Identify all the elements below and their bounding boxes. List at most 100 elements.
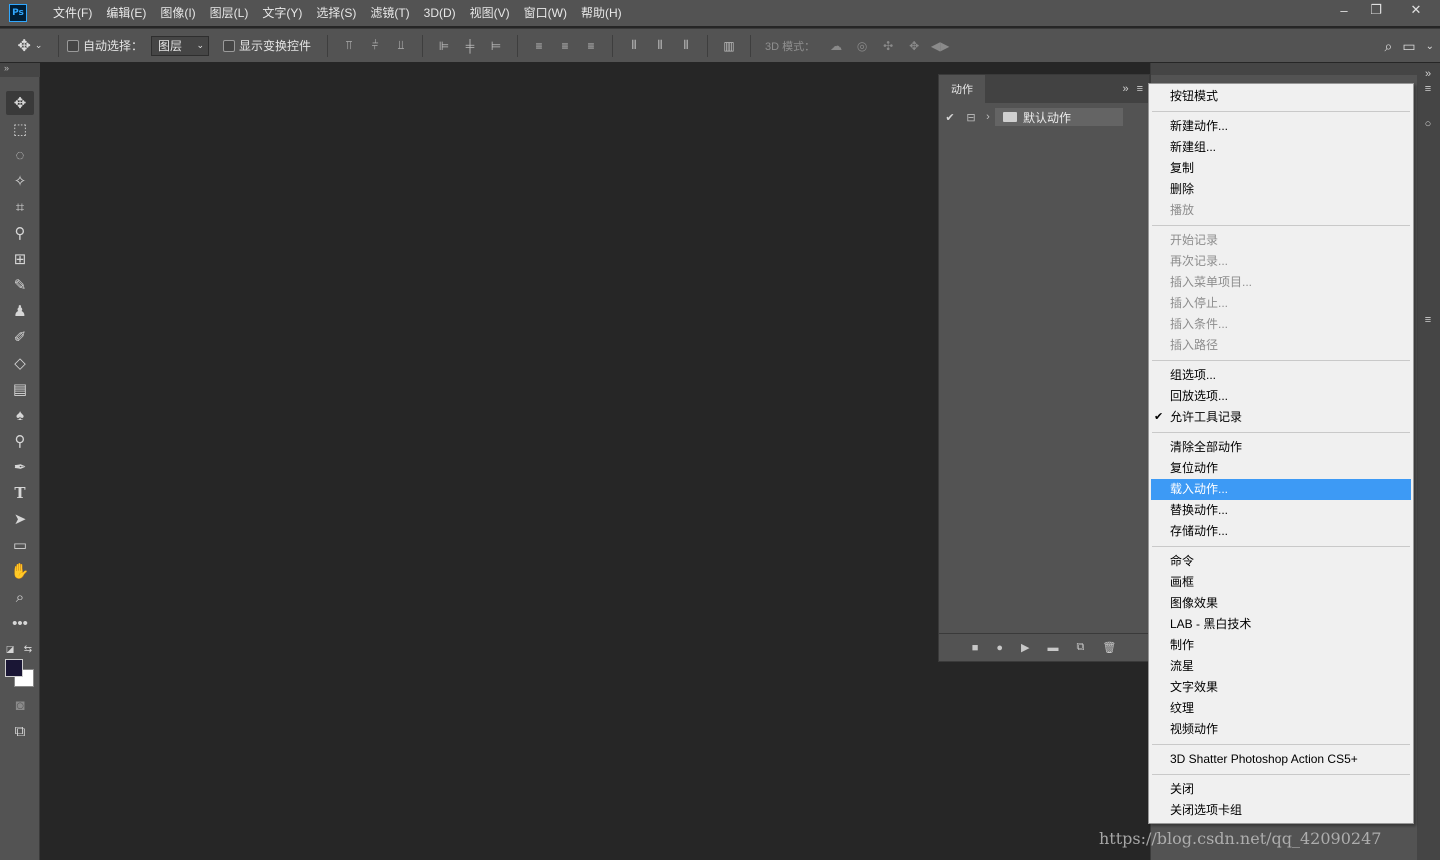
eyedropper-tool-icon[interactable]: ⚲ bbox=[6, 221, 34, 245]
search-icon[interactable]: ⌕ bbox=[1385, 38, 1393, 55]
chevron-down-icon[interactable]: ⌄ bbox=[1426, 41, 1434, 52]
pan-3d-icon[interactable]: ✣ bbox=[875, 36, 901, 56]
align-vcenter-icon[interactable]: ⫩ bbox=[362, 36, 388, 56]
action-set-row[interactable]: ✔ ⊟ › 默认动作 bbox=[939, 107, 1151, 127]
menu-item[interactable]: 关闭 bbox=[1149, 779, 1413, 800]
workspace-icon[interactable]: ▭ bbox=[1402, 38, 1415, 55]
panel-menu-icon[interactable]: ≡ bbox=[1137, 83, 1143, 95]
panel-option-icon[interactable]: ○ bbox=[1416, 114, 1440, 134]
menu-filter[interactable]: 滤镜(T) bbox=[363, 0, 416, 26]
distribute-hcenter-icon[interactable]: ⦀ bbox=[647, 36, 673, 56]
distribute-left-icon[interactable]: ⦀ bbox=[621, 36, 647, 56]
new-set-folder-icon[interactable]: ▬ bbox=[1047, 642, 1058, 654]
menu-item[interactable]: 删除 bbox=[1149, 179, 1413, 200]
menu-3d[interactable]: 3D(D) bbox=[417, 0, 463, 26]
auto-align-icon[interactable]: ▥ bbox=[716, 36, 742, 56]
distribute-right-icon[interactable]: ⦀ bbox=[673, 36, 699, 56]
auto-select-checkbox[interactable] bbox=[67, 39, 79, 52]
menu-item[interactable]: 纹理 bbox=[1149, 698, 1413, 719]
marquee-tool-icon[interactable]: ⬚ bbox=[6, 117, 34, 141]
menu-select[interactable]: 选择(S) bbox=[309, 0, 363, 26]
menu-window[interactable]: 窗口(W) bbox=[517, 0, 574, 26]
menu-view[interactable]: 视图(V) bbox=[463, 0, 517, 26]
default-colors-icon[interactable]: ◪ bbox=[2, 637, 18, 661]
screen-mode-icon[interactable]: ⧉ bbox=[6, 719, 34, 743]
close-button[interactable]: ✕ bbox=[1392, 0, 1440, 20]
restore-button[interactable]: ❐ bbox=[1360, 0, 1392, 20]
menu-item[interactable]: ✔ 允许工具记录 bbox=[1149, 407, 1413, 428]
path-selection-tool-icon[interactable]: ➤ bbox=[6, 507, 34, 531]
action-set-name-cell[interactable]: 默认动作 bbox=[995, 108, 1123, 126]
menu-item[interactable]: 图像效果 bbox=[1149, 593, 1413, 614]
roll-3d-icon[interactable]: ◎ bbox=[849, 36, 875, 56]
collapse-panel-icon[interactable]: » bbox=[1122, 83, 1128, 95]
zoom-tool-icon[interactable]: ⌕ bbox=[6, 585, 34, 609]
move-tool-icon[interactable]: ✥ bbox=[6, 91, 34, 115]
menu-item[interactable]: 清除全部动作 bbox=[1149, 437, 1413, 458]
magic-wand-tool-icon[interactable]: ✧ bbox=[6, 169, 34, 193]
menu-item[interactable]: 复制 bbox=[1149, 158, 1413, 179]
dodge-tool-icon[interactable]: ⚲ bbox=[6, 429, 34, 453]
orbit-3d-icon[interactable]: ☁ bbox=[823, 36, 849, 56]
foreground-color-swatch[interactable] bbox=[5, 659, 23, 677]
crop-tool-icon[interactable]: ⌗ bbox=[6, 195, 34, 219]
menu-help[interactable]: 帮助(H) bbox=[574, 0, 629, 26]
show-transform-checkbox[interactable] bbox=[223, 39, 236, 52]
gradient-tool-icon[interactable]: ▤ bbox=[6, 377, 34, 401]
align-hcenter-icon[interactable]: ╪ bbox=[457, 36, 483, 56]
swap-colors-icon[interactable]: ⇆ bbox=[20, 637, 36, 661]
menu-item[interactable]: 载入动作... bbox=[1151, 479, 1411, 500]
play-icon[interactable]: ▶ bbox=[1021, 641, 1029, 654]
toggle-item-checkmark-icon[interactable]: ✔ bbox=[939, 111, 961, 124]
align-right-icon[interactable]: ⊨ bbox=[483, 36, 509, 56]
panel-menu-icon[interactable]: ≡ bbox=[1416, 310, 1440, 330]
trash-icon[interactable]: 🗑 bbox=[1102, 641, 1116, 654]
pen-tool-icon[interactable]: ✒ bbox=[6, 455, 34, 479]
menu-file[interactable]: 文件(F) bbox=[46, 0, 99, 26]
stamp-tool-icon[interactable]: ♟ bbox=[6, 299, 34, 323]
chevron-right-icon[interactable]: › bbox=[981, 111, 995, 123]
stop-icon[interactable]: ■ bbox=[972, 642, 979, 654]
menu-type[interactable]: 文字(Y) bbox=[255, 0, 309, 26]
menu-item[interactable]: LAB - 黑白技术 bbox=[1149, 614, 1413, 635]
menu-item[interactable]: 关闭选项卡组 bbox=[1149, 800, 1413, 821]
menu-layer[interactable]: 图层(L) bbox=[203, 0, 256, 26]
dock-collapse-bar[interactable] bbox=[1151, 63, 1440, 75]
history-brush-tool-icon[interactable]: ✐ bbox=[6, 325, 34, 349]
blur-tool-icon[interactable]: ♠ bbox=[6, 403, 34, 427]
menu-item[interactable]: 命令 bbox=[1149, 551, 1413, 572]
menu-item[interactable]: 新建组... bbox=[1149, 137, 1413, 158]
toggle-dialog-icon[interactable]: ⊟ bbox=[961, 111, 981, 124]
move-tool-preset-icon[interactable]: ✥ ⌄ bbox=[10, 36, 50, 56]
menu-edit[interactable]: 编辑(E) bbox=[99, 0, 153, 26]
more-tools-icon[interactable]: ••• bbox=[6, 611, 34, 635]
menu-item[interactable]: 新建动作... bbox=[1149, 116, 1413, 137]
quick-mask-icon[interactable]: ◙ bbox=[6, 693, 34, 717]
align-top-icon[interactable]: ⫪ bbox=[336, 36, 362, 56]
menu-item[interactable]: 按钮模式 bbox=[1149, 86, 1413, 107]
distribute-vcenter-icon[interactable]: ≡ bbox=[552, 36, 578, 56]
menu-item[interactable]: 复位动作 bbox=[1149, 458, 1413, 479]
auto-select-dropdown[interactable]: 图层 ⌄ bbox=[151, 35, 210, 56]
shape-tool-icon[interactable]: ▭ bbox=[6, 533, 34, 557]
menu-image[interactable]: 图像(I) bbox=[153, 0, 202, 26]
menu-item[interactable]: 文字效果 bbox=[1149, 677, 1413, 698]
brush-tool-icon[interactable]: ✎ bbox=[6, 273, 34, 297]
healing-brush-tool-icon[interactable]: ⊞ bbox=[6, 247, 34, 271]
slide-3d-icon[interactable]: ✥ bbox=[901, 36, 927, 56]
menu-item[interactable]: 替换动作... bbox=[1149, 500, 1413, 521]
toolbar-collapse-icon[interactable]: » bbox=[0, 63, 40, 77]
eraser-tool-icon[interactable]: ◇ bbox=[6, 351, 34, 375]
align-left-icon[interactable]: ⊫ bbox=[431, 36, 457, 56]
lasso-tool-icon[interactable]: ◌ bbox=[6, 143, 34, 167]
menu-item[interactable]: 3D Shatter Photoshop Action CS5+ bbox=[1149, 749, 1413, 770]
menu-item[interactable]: 制作 bbox=[1149, 635, 1413, 656]
menu-item[interactable]: 视频动作 bbox=[1149, 719, 1413, 740]
menu-item[interactable]: 存储动作... bbox=[1149, 521, 1413, 542]
panel-menu-icon[interactable]: ≡ bbox=[1416, 79, 1440, 99]
hand-tool-icon[interactable]: ✋ bbox=[6, 559, 34, 583]
record-icon[interactable]: ● bbox=[996, 642, 1003, 654]
new-action-icon[interactable]: ⧉ bbox=[1076, 641, 1084, 654]
menu-item[interactable]: 回放选项... bbox=[1149, 386, 1413, 407]
distribute-bottom-icon[interactable]: ≡ bbox=[578, 36, 604, 56]
